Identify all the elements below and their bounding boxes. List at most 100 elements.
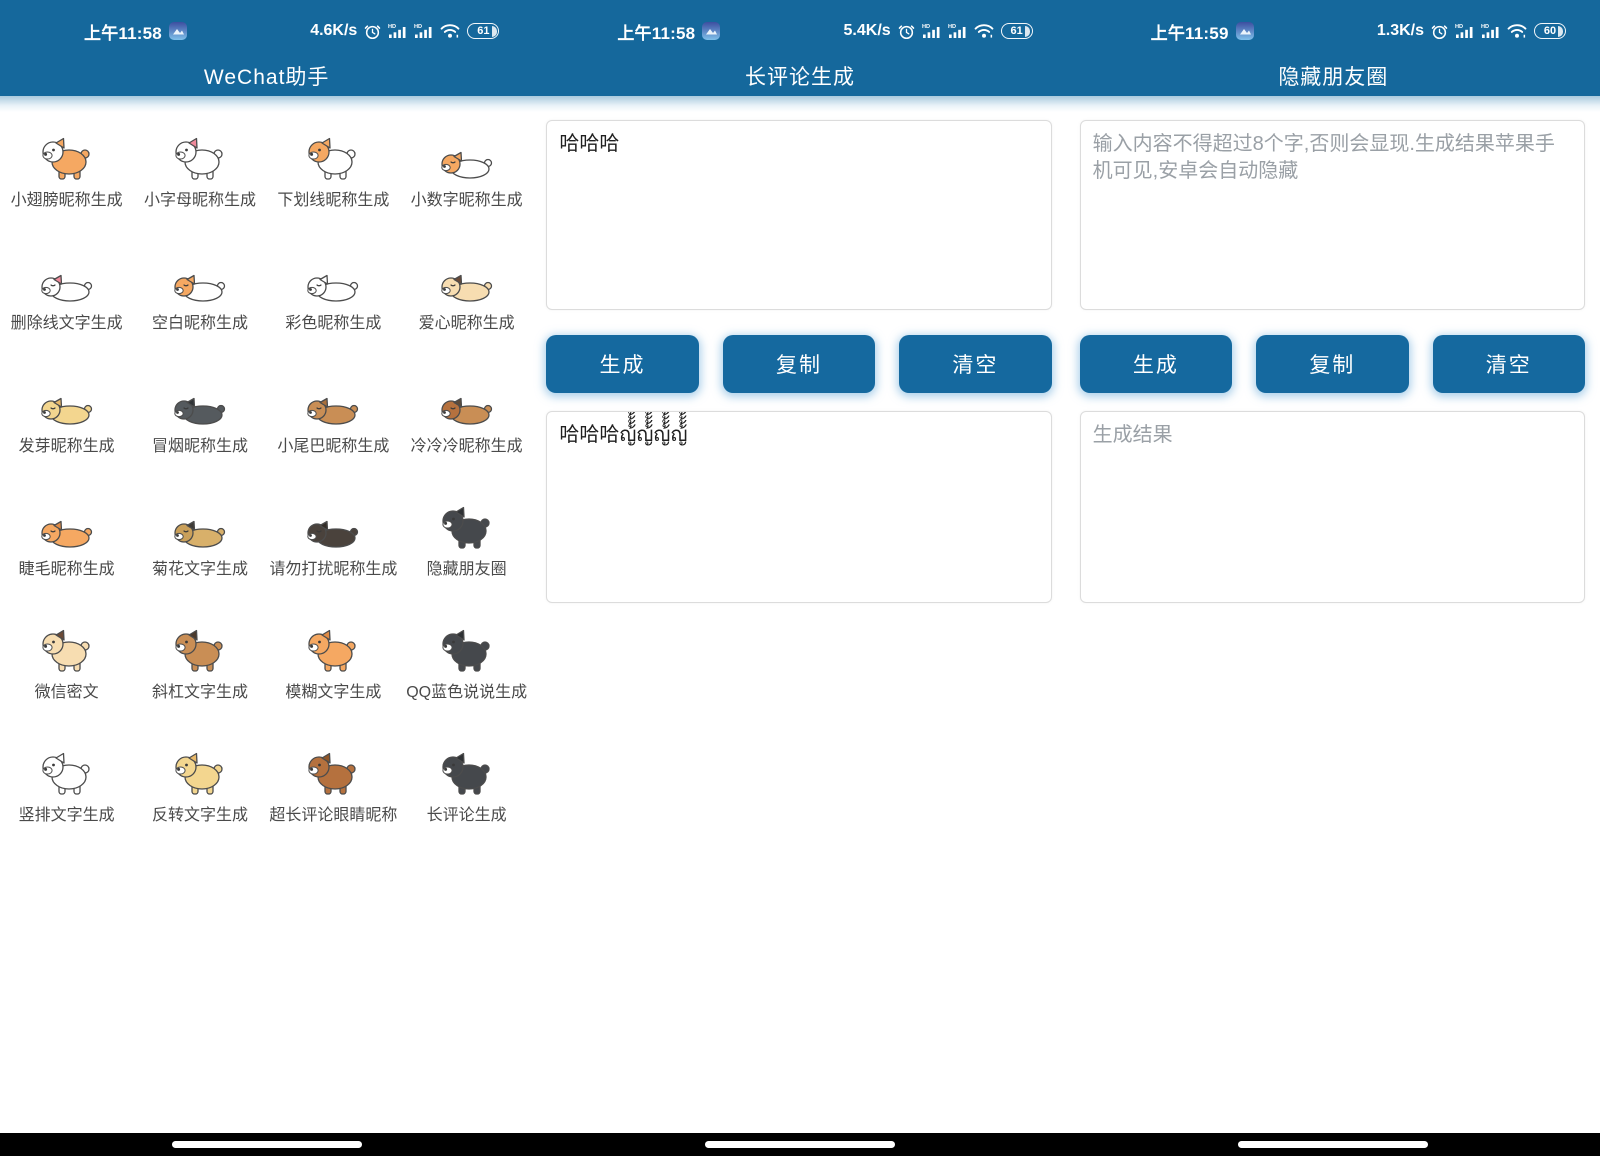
dog-icon [174,382,226,428]
status-bar: 上午11:58 4.6K/s HD HD 61 [0,0,533,56]
dog-icon [41,505,93,551]
copy-button[interactable]: 复制 [1256,335,1408,393]
status-bar: 上午11:59 1.3K/s HD HD 60 [1067,0,1600,56]
generate-button[interactable]: 生成 [546,335,698,393]
screen-hide-moments: 上午11:59 1.3K/s HD HD 60 隐藏朋友圈 [1067,0,1600,1156]
dog-icon [41,259,93,305]
feature-item[interactable]: 斜杠文字生成 [133,608,266,731]
screen-long-comment: 上午11:58 5.4K/s HD HD 61 长评论生成 哈哈哈 [533,0,1066,1156]
feature-item[interactable]: 爱心昵称生成 [400,239,533,362]
hd-signal-icon: HD [948,23,967,39]
feature-label: 小翅膀昵称生成 [11,186,123,210]
feature-label: 空白昵称生成 [152,309,248,333]
feature-item[interactable]: 请勿打扰昵称生成 [267,485,400,608]
feature-item[interactable]: 空白昵称生成 [133,239,266,362]
feature-label: 发芽昵称生成 [19,432,115,456]
feature-item[interactable]: 冷冷冷昵称生成 [400,362,533,485]
hide-moments-tool: 生成 复制 清空 [1067,112,1600,608]
gesture-bar[interactable] [705,1141,895,1148]
long-comment-tool: 哈哈哈 生成 复制 清空 哈哈哈ญ้้้้้้ญ้้้้้้ญ้้้้้้ญ้้… [533,112,1066,608]
alarm-clock-icon [898,23,915,40]
clear-button[interactable]: 清空 [1433,335,1585,393]
feature-item[interactable]: 下划线昵称生成 [267,116,400,239]
battery-level: 61 [477,25,489,37]
dog-icon [307,259,359,305]
battery-icon: 60 [1534,23,1566,39]
hd-signal-icon: HD [1481,23,1500,39]
clear-button[interactable]: 清空 [899,335,1051,393]
gesture-bar[interactable] [1238,1141,1428,1148]
notification-app-icon [1236,22,1254,40]
network-speed: 4.6K/s [310,22,357,40]
svg-text:HD: HD [388,24,396,30]
system-nav-bar [1067,1133,1600,1156]
stitched-screenshots: 上午11:58 4.6K/s HD HD 61 WeChat助手 [0,0,1600,1156]
dog-icon [307,751,359,797]
feature-item[interactable]: 小字母昵称生成 [133,116,266,239]
feature-item[interactable]: 发芽昵称生成 [0,362,133,485]
feature-label: 菊花文字生成 [152,555,248,579]
dog-icon [441,751,493,797]
battery-level: 60 [1544,25,1556,37]
dog-icon [441,505,493,551]
feature-label: 下划线昵称生成 [277,186,389,210]
feature-item[interactable]: 微信密文 [0,608,133,731]
feature-label: 小尾巴昵称生成 [277,432,389,456]
battery-icon: 61 [1001,23,1033,39]
comment-input[interactable]: 哈哈哈 [546,120,1051,310]
feature-item[interactable]: 隐藏朋友圈 [400,485,533,608]
alarm-clock-icon [1431,23,1448,40]
dog-icon [307,505,359,551]
feature-item[interactable]: 长评论生成 [400,731,533,854]
system-nav-bar [0,1133,533,1156]
battery-level: 61 [1011,25,1023,37]
feature-item[interactable]: 小尾巴昵称生成 [267,362,400,485]
dog-icon [174,628,226,674]
network-speed: 1.3K/s [1377,22,1424,40]
feature-item[interactable]: 菊花文字生成 [133,485,266,608]
feature-item[interactable]: 竖排文字生成 [0,731,133,854]
dog-icon [307,382,359,428]
moments-output[interactable] [1080,411,1585,603]
dog-icon [441,382,493,428]
feature-item[interactable]: 小数字昵称生成 [400,116,533,239]
notification-app-icon [702,22,720,40]
dog-icon [441,136,493,182]
comment-output[interactable]: 哈哈哈ญ้้้้้้ญ้้้้้้ญ้้้้้้ญ้้้้้้ [546,411,1051,603]
feature-item[interactable]: 睫毛昵称生成 [0,485,133,608]
notification-app-icon [169,22,187,40]
hd-signal-icon: HD [414,23,433,39]
feature-item[interactable]: 模糊文字生成 [267,608,400,731]
feature-item[interactable]: 小翅膀昵称生成 [0,116,133,239]
dog-icon [41,628,93,674]
feature-label: 斜杠文字生成 [152,678,248,702]
feature-item[interactable]: 反转文字生成 [133,731,266,854]
copy-button[interactable]: 复制 [723,335,875,393]
dog-icon [41,751,93,797]
gesture-bar[interactable] [172,1141,362,1148]
feature-item[interactable]: 彩色昵称生成 [267,239,400,362]
header-shadow [0,96,533,112]
feature-item[interactable]: QQ蓝色说说生成 [400,608,533,731]
app-header: 上午11:58 4.6K/s HD HD 61 WeChat助手 [0,0,533,96]
system-nav-bar [533,1133,1066,1156]
feature-label: 请勿打扰昵称生成 [269,555,397,579]
feature-label: 睫毛昵称生成 [19,555,115,579]
page-title: 隐藏朋友圈 [1067,56,1600,96]
feature-item[interactable]: 删除线文字生成 [0,239,133,362]
wifi-icon [440,23,460,39]
dog-icon [441,628,493,674]
feature-item[interactable]: 超长评论眼睛昵称 [267,731,400,854]
moments-input[interactable] [1080,120,1585,310]
feature-label: 超长评论眼睛昵称 [269,801,397,825]
screen-home: 上午11:58 4.6K/s HD HD 61 WeChat助手 [0,0,533,1156]
feature-item[interactable]: 冒烟昵称生成 [133,362,266,485]
dog-icon [174,136,226,182]
feature-label: 冒烟昵称生成 [152,432,248,456]
hd-signal-icon: HD [388,23,407,39]
alarm-clock-icon [364,23,381,40]
generate-button[interactable]: 生成 [1080,335,1232,393]
svg-text:HD: HD [1455,24,1463,30]
feature-label: 爱心昵称生成 [419,309,515,333]
network-speed: 5.4K/s [844,22,891,40]
